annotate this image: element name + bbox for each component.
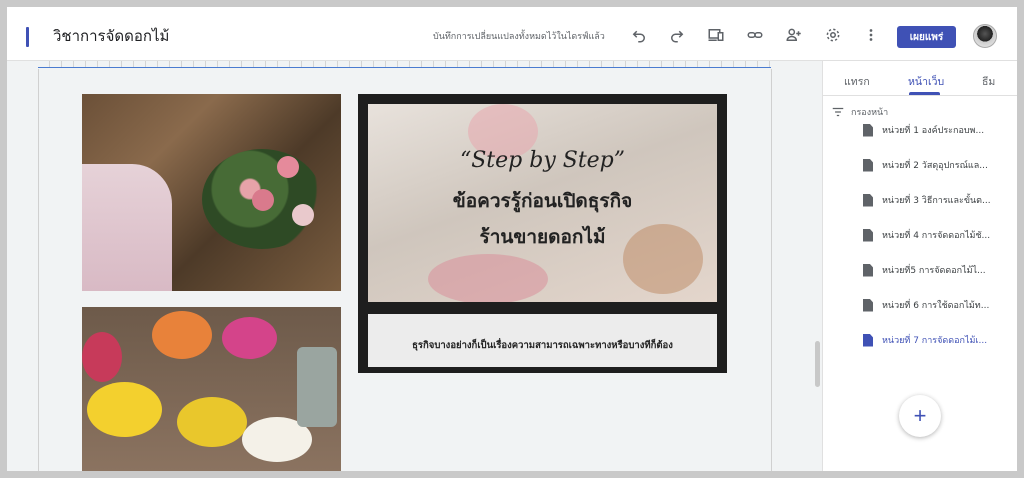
cover-background-image: “Step by Step” ข้อควรรู้ก่อนเปิดธุรกิจ ร…	[368, 104, 717, 302]
image-arm	[82, 164, 172, 291]
page-label: หน่วยที่ 4 การจัดดอกไม้ชั...	[882, 231, 991, 241]
image-flower	[152, 311, 212, 359]
avatar[interactable]	[973, 24, 997, 48]
title-accent-bar	[26, 27, 29, 47]
share-person-add-icon[interactable]	[783, 24, 805, 46]
page-label: หน่วยที่ 7 การจัดดอกไม้เ...	[882, 336, 988, 346]
page-item-5[interactable]: หน่วยที่5 การจัดดอกไม้ไ...	[823, 255, 1017, 285]
page-item-3[interactable]: หน่วยที่ 3 วิธีการและขั้นต...	[823, 185, 1017, 215]
image-flower	[252, 189, 274, 211]
canvas-scrollbar[interactable]	[815, 341, 820, 387]
image-bucket	[297, 347, 337, 427]
cover-body-text: ธุรกิจบางอย่างก็เป็นเรื่องความสามารถเฉพา…	[412, 340, 673, 351]
settings-gear-icon[interactable]	[822, 24, 844, 46]
add-page-button[interactable]: +	[899, 395, 941, 437]
florist-arranging-bouquet-image[interactable]	[82, 94, 341, 291]
page-label: หน่วยที่ 2 วัสดุอุปกรณ์แล...	[882, 161, 988, 171]
preview-devices-icon[interactable]	[705, 24, 727, 46]
save-status: บันทึกการเปลี่ยนแปลงทั้งหมดไว้ในไดรฟ์แล้…	[433, 32, 605, 42]
link-icon[interactable]	[744, 24, 766, 46]
top-bar: วิชาการจัดดอกไม้ บันทึกการเปลี่ยนแปลงทั้…	[7, 7, 1017, 61]
tab-themes[interactable]: ธีม	[982, 73, 995, 90]
filter-label: กรองหน้า	[851, 108, 889, 118]
publish-button[interactable]: เผยแพร่	[897, 26, 956, 48]
tab-insert[interactable]: แทรก	[844, 73, 870, 90]
filter-icon	[832, 107, 844, 117]
page-icon	[863, 333, 873, 347]
page-icon	[863, 298, 873, 312]
redo-icon[interactable]	[666, 24, 688, 46]
more-vert-icon[interactable]	[860, 24, 882, 46]
page-icon	[863, 158, 873, 172]
site-title[interactable]: วิชาการจัดดอกไม้	[53, 24, 169, 48]
image-flower	[222, 317, 277, 359]
cover-title-line2: ข้อควรรู้ก่อนเปิดธุรกิจ	[452, 190, 633, 212]
page-label: หน่วยที่ 6 การใช้ดอกไม้ท...	[882, 301, 990, 311]
page-icon	[863, 228, 873, 242]
image-flower	[82, 332, 122, 382]
canvas-edge-left	[38, 69, 39, 471]
ruler	[38, 61, 771, 68]
cover-title-line1: “Step by Step”	[459, 148, 626, 173]
sites-editor-window: วิชาการจัดดอกไม้ บันทึกการเปลี่ยนแปลงทั้…	[7, 7, 1017, 471]
tab-pages[interactable]: หน้าเว็บ	[908, 73, 944, 90]
image-flower	[292, 204, 314, 226]
page-list: หน่วยที่ 1 องค์ประกอบพ... หน่วยที่ 2 วัส…	[823, 123, 1017, 368]
image-flower	[177, 397, 247, 447]
page-item-2[interactable]: หน่วยที่ 2 วัสดุอุปกรณ์แล...	[823, 150, 1017, 180]
image-flower	[428, 254, 548, 302]
flower-shop-buckets-image[interactable]	[82, 307, 341, 471]
filter-pages[interactable]: กรองหน้า	[831, 105, 888, 119]
page-icon	[863, 123, 873, 137]
page-item-1[interactable]: หน่วยที่ 1 องค์ประกอบพ...	[823, 123, 1017, 145]
page-item-6[interactable]: หน่วยที่ 6 การใช้ดอกไม้ท...	[823, 290, 1017, 320]
image-flower	[277, 156, 299, 178]
cover-text-box[interactable]: ธุรกิจบางอย่างก็เป็นเรื่องความสามารถเฉพา…	[368, 314, 717, 367]
canvas-edge-right	[771, 69, 772, 471]
page-item-7[interactable]: หน่วยที่ 7 การจัดดอกไม้เ...	[823, 325, 1017, 355]
undo-icon[interactable]	[628, 24, 650, 46]
right-sidebar: แทรก หน้าเว็บ ธีม กรองหน้า หน่วยที่ 1 อง…	[822, 61, 1017, 471]
tabs-divider	[823, 95, 1017, 96]
cover-card[interactable]: “Step by Step” ข้อควรรู้ก่อนเปิดธุรกิจ ร…	[358, 94, 727, 373]
page-label: หน่วยที่ 3 วิธีการและขั้นต...	[882, 196, 991, 206]
page-label: หน่วยที่5 การจัดดอกไม้ไ...	[882, 266, 986, 276]
page-icon	[863, 263, 873, 277]
image-flower	[87, 382, 162, 437]
editor-canvas[interactable]: “Step by Step” ข้อควรรู้ก่อนเปิดธุรกิจ ร…	[7, 61, 822, 471]
page-item-4[interactable]: หน่วยที่ 4 การจัดดอกไม้ชั...	[823, 220, 1017, 250]
cover-title-line3: ร้านขายดอกไม้	[479, 226, 606, 248]
page-icon	[863, 193, 873, 207]
page-label: หน่วยที่ 1 องค์ประกอบพ...	[882, 126, 985, 136]
